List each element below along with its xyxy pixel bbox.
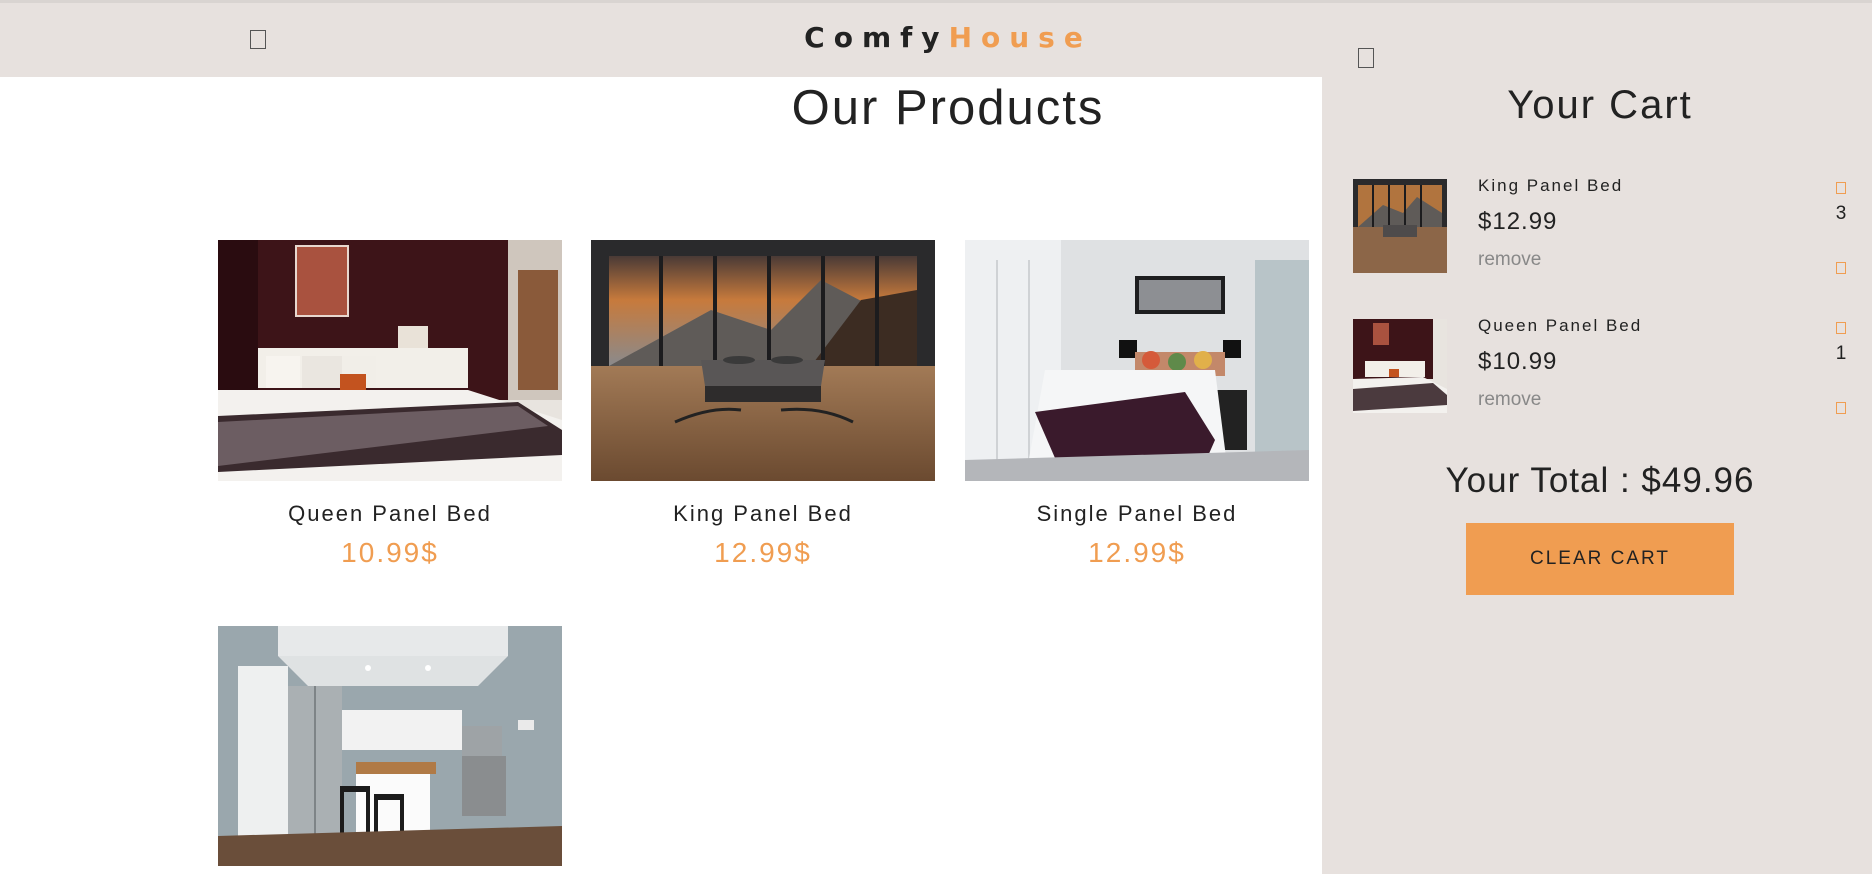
cart-item-image — [1353, 319, 1447, 413]
remove-button[interactable]: remove — [1478, 389, 1541, 411]
product-image-queen-bed[interactable] — [218, 240, 562, 481]
logo-comfy: Comfy — [804, 21, 949, 54]
product-image-single-bed[interactable] — [965, 240, 1309, 481]
cart-item: King Panel Bed $12.99 remove 3 — [1353, 176, 1863, 274]
cart-total: Your Total : $49.96 — [1445, 461, 1755, 500]
product-name: Single Panel Bed — [1036, 501, 1238, 526]
close-cart-icon[interactable] — [1358, 48, 1374, 68]
cart-item: Queen Panel Bed $10.99 remove 1 — [1353, 316, 1863, 414]
navbar: ComfyHouse — [0, 0, 1872, 77]
chevron-down-icon[interactable] — [1836, 262, 1846, 274]
product-card: Single Panel Bed 12.99$ — [965, 240, 1309, 569]
bedroom-thumb — [1353, 319, 1447, 413]
product-name: Queen Panel Bed — [288, 501, 492, 526]
product-card: King Panel Bed 12.99$ — [591, 240, 935, 569]
clear-cart-button[interactable]: CLEAR CART — [1466, 523, 1734, 595]
white-bedroom-photo — [965, 240, 1309, 481]
chevron-down-icon[interactable] — [1836, 402, 1846, 414]
mountain-bedroom-photo — [591, 240, 935, 481]
logo: ComfyHouse — [0, 21, 1872, 54]
logo-house: House — [948, 21, 1092, 54]
cart-panel: Your Cart King Panel Bed $12.99 remove 3 — [1322, 48, 1872, 874]
cart-item-price: $12.99 — [1478, 208, 1558, 235]
product-card: Queen Panel Bed 10.99$ — [218, 240, 562, 569]
chevron-up-icon[interactable] — [1836, 182, 1846, 194]
product-price: 12.99$ — [714, 537, 812, 568]
cart-item-quantity: 1 — [1835, 343, 1847, 364]
cart-item-price: $10.99 — [1478, 348, 1558, 375]
cart-item-quantity: 3 — [1835, 203, 1847, 224]
cart-item-name: Queen Panel Bed — [1478, 316, 1643, 335]
product-image-king-bed[interactable] — [591, 240, 935, 481]
cart-title: Your Cart — [1507, 83, 1693, 127]
product-name: King Panel Bed — [673, 501, 853, 526]
kitchen-photo — [218, 626, 562, 866]
mountain-bedroom-thumb — [1353, 179, 1447, 273]
chevron-up-icon[interactable] — [1836, 322, 1846, 334]
product-price: 12.99$ — [1088, 537, 1186, 568]
product-price: 10.99$ — [341, 537, 439, 568]
product-card — [218, 626, 562, 866]
bedroom-photo — [218, 240, 562, 481]
cart-item-name: King Panel Bed — [1478, 176, 1624, 195]
remove-button[interactable]: remove — [1478, 249, 1541, 271]
product-image-kitchen[interactable] — [218, 626, 562, 866]
cart-item-image — [1353, 179, 1447, 273]
